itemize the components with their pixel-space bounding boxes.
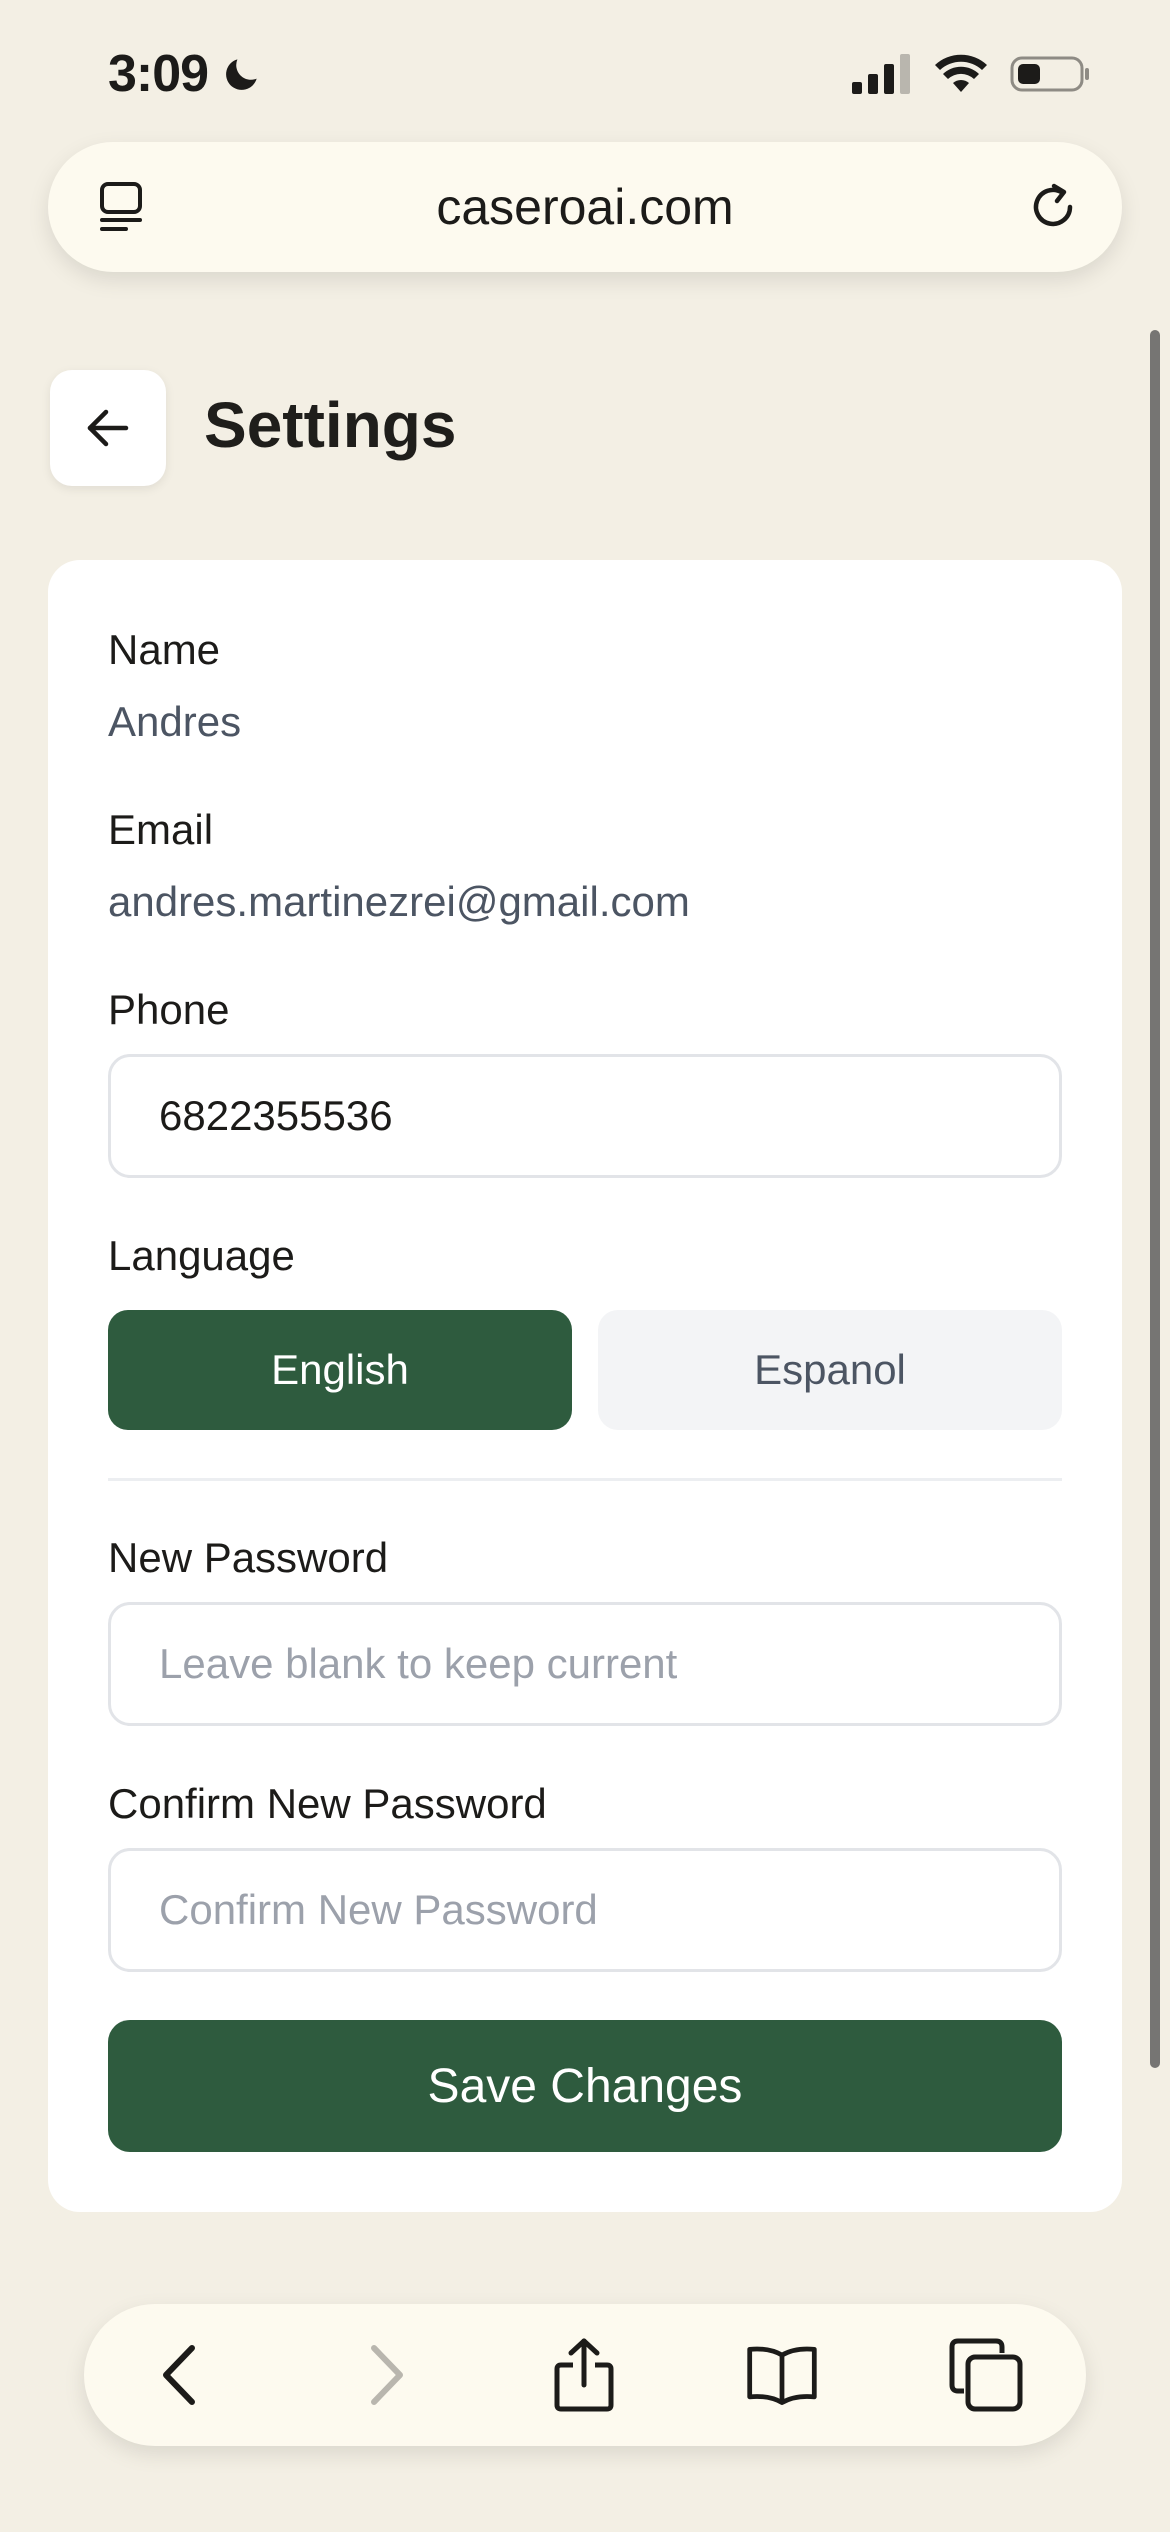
tabs-icon xyxy=(949,2338,1023,2412)
settings-card: Name Andres Email andres.martinezrei@gma… xyxy=(48,560,1122,2212)
phone-input[interactable]: 6822355536 xyxy=(108,1054,1062,1178)
name-label: Name xyxy=(108,626,221,673)
language-toggle: English Espanol xyxy=(108,1310,1062,1430)
phone-label: Phone xyxy=(108,986,230,1033)
browser-forward-button[interactable] xyxy=(346,2337,422,2413)
forward-icon xyxy=(371,2345,403,2405)
page: 3:09 caseroai.com Settings Name Andres E… xyxy=(0,0,1170,2532)
wifi-icon xyxy=(935,54,987,92)
email-value: andres.martinezrei@gmail.com xyxy=(108,878,690,925)
reload-icon[interactable] xyxy=(1024,178,1082,236)
language-label: Language xyxy=(108,1232,295,1279)
language-espanol-button[interactable]: Espanol xyxy=(598,1310,1062,1430)
name-value: Andres xyxy=(108,698,242,745)
cellular-signal-icon xyxy=(852,54,910,94)
browser-toolbar xyxy=(84,2304,1086,2446)
status-time: 3:09 xyxy=(108,45,209,103)
back-button[interactable] xyxy=(50,370,166,486)
confirm-password-label: Confirm New Password xyxy=(108,1780,547,1827)
email-label: Email xyxy=(108,806,214,853)
share-button[interactable] xyxy=(546,2337,622,2413)
divider xyxy=(108,1478,1062,1481)
new-password-input[interactable]: Leave blank to keep current xyxy=(108,1602,1062,1726)
browser-back-button[interactable] xyxy=(144,2337,220,2413)
url-text[interactable]: caseroai.com xyxy=(48,142,1122,272)
status-time-group: 3:09 xyxy=(108,44,264,104)
status-bar: 3:09 xyxy=(0,0,1170,140)
page-title: Settings xyxy=(204,389,457,461)
scrollbar[interactable] xyxy=(1150,330,1160,2068)
status-icons xyxy=(852,54,1090,94)
bookmarks-icon xyxy=(747,2346,817,2405)
new-password-label: New Password xyxy=(108,1534,389,1581)
confirm-password-input[interactable]: Confirm New Password xyxy=(108,1848,1062,1972)
save-changes-button[interactable]: Save Changes xyxy=(108,2020,1062,2152)
back-icon xyxy=(163,2345,195,2405)
bookmarks-button[interactable] xyxy=(744,2337,820,2413)
battery-icon xyxy=(1010,56,1089,92)
tabs-button[interactable] xyxy=(948,2337,1024,2413)
moon-icon xyxy=(226,59,257,90)
address-bar[interactable]: caseroai.com xyxy=(48,142,1122,272)
share-icon xyxy=(554,2338,614,2412)
language-english-button[interactable]: English xyxy=(108,1310,572,1430)
arrow-left-icon xyxy=(87,409,129,447)
